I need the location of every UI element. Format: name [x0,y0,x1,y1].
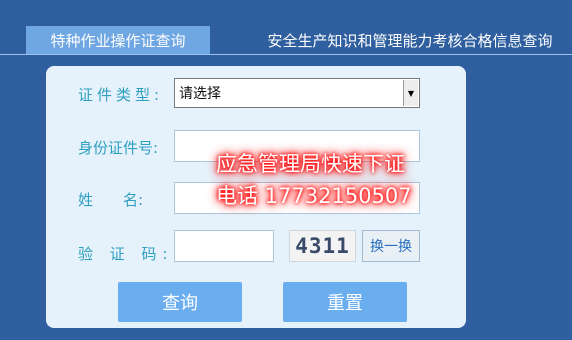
watermark-overlay: 应急管理局快速下证 电话 17732150507 [216,148,412,212]
captcha-label: 验 证 码: [78,245,174,263]
tab-safety-knowledge-query[interactable]: 安全生产知识和管理能力考核合格信息查询 [250,26,570,54]
cert-type-label: 证件类型: [78,86,164,104]
query-button-label: 查询 [162,293,198,314]
query-button[interactable]: 查询 [118,282,242,322]
captcha-input[interactable] [174,230,274,262]
reset-button-label: 重置 [327,293,363,314]
dropdown-arrow-icon[interactable]: ▼ [403,80,418,106]
tab-bar: 特种作业操作证查询 安全生产知识和管理能力考核合格信息查询 [0,26,572,55]
reset-button[interactable]: 重置 [283,282,407,322]
tab-safety-knowledge-label: 安全生产知识和管理能力考核合格信息查询 [267,31,553,50]
tab-special-operation-query[interactable]: 特种作业操作证查询 [26,26,210,54]
id-number-label: 身份证件号: [78,139,159,157]
tab-divider [0,54,572,55]
captcha-text: 4311 [295,234,350,258]
name-label: 姓 名: [78,191,144,209]
refresh-captcha-label: 换一换 [370,239,412,255]
watermark-line-2: 电话 17732150507 [216,184,412,208]
tab-special-operation-label: 特种作业操作证查询 [50,31,186,50]
watermark-line-1: 应急管理局快速下证 [216,152,405,176]
cert-type-value: 请选择 [179,86,221,102]
captcha-image[interactable]: 4311 [289,230,356,262]
refresh-captcha-button[interactable]: 换一换 [362,230,420,262]
cert-type-select[interactable]: 请选择 ▼ [174,78,420,108]
